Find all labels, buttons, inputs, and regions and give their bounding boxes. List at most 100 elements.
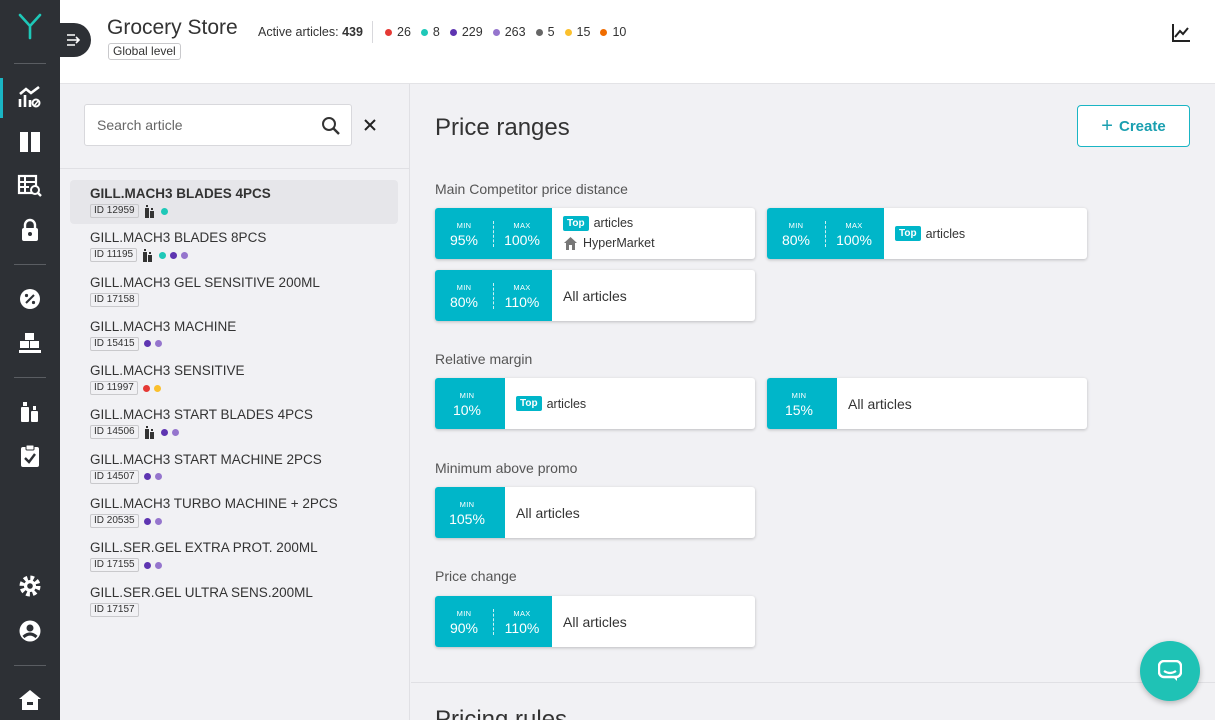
price-ranges-panel: Price ranges + Create Main Competitor pri… [411,84,1215,720]
article-item[interactable]: GILL.MACH3 TURBO MACHINE + 2PCS ID 20535 [70,490,398,534]
min-label: MIN [459,500,475,509]
settings-icon[interactable] [17,573,43,599]
article-id-badge: ID 14506 [90,425,139,440]
min-column: MIN 105% [438,487,496,538]
search-icon[interactable] [321,116,341,136]
sidebar-divider [14,264,46,265]
level-badge: Global level [108,43,181,60]
max-column: MAX 110% [493,596,551,647]
card-scope: Top articles [516,378,586,429]
collapse-sidebar-button[interactable] [60,23,91,57]
article-id-badge: ID 11997 [90,381,138,396]
status-dot [143,561,151,569]
min-column: MIN 95% [435,208,493,259]
article-id-badge: ID 17158 [90,292,139,307]
bottles-icon[interactable] [17,399,43,425]
max-value: 100% [504,232,540,248]
logo-icon[interactable] [16,12,44,40]
min-column: MIN 15% [770,378,828,429]
article-item[interactable]: GILL.MACH3 MACHINE ID 15415 [70,313,398,357]
status-dot [449,28,457,36]
article-item[interactable]: GILL.MACH3 BLADES 4PCS ID 12959 [70,180,398,225]
chat-icon [1158,660,1182,681]
min-label: MIN [456,221,472,230]
user-account-icon[interactable] [17,618,43,644]
min-value: 105% [449,511,485,527]
article-item[interactable]: GILL.SER.GEL ULTRA SENS.200ML ID 17157 [70,579,398,623]
status-dot [143,517,151,525]
price-range-card[interactable]: MIN 95% MAX 100% Top articles HyperMarket [435,208,755,259]
price-range-card[interactable]: MIN 105% All articles [435,487,755,538]
min-value: 90% [449,620,479,636]
store-icon [564,237,577,250]
bottles-icon [143,248,153,262]
status-dot [171,428,179,436]
article-item[interactable]: GILL.MACH3 START MACHINE 2PCS ID 14507 [70,446,398,490]
article-item[interactable]: GILL.MACH3 SENSITIVE ID 11997 [70,357,398,401]
store-home-icon[interactable] [17,687,43,713]
status-dot [535,28,543,36]
min-label: MIN [459,391,475,400]
sidebar-divider [14,377,46,378]
discount-icon[interactable] [17,286,43,312]
article-name: GILL.MACH3 TURBO MACHINE + 2PCS [90,496,338,512]
status-count: 10 [600,25,626,39]
price-range-card[interactable]: MIN 10% Top articles [435,378,755,429]
scope-text: All articles [563,613,627,630]
columns-icon[interactable] [17,129,43,155]
status-count: 5 [535,25,555,39]
section-divider [411,682,1215,683]
clipboard-check-icon[interactable] [17,443,43,469]
status-counts: 26 8 229 263 5 15 10 [385,25,626,39]
active-articles-count: 439 [342,25,363,39]
min-label: MIN [456,283,472,292]
active-articles-label: Active articles: [258,25,339,39]
page-title: Price ranges [435,114,570,141]
article-name: GILL.MACH3 START MACHINE 2PCS [90,451,322,467]
create-button[interactable]: + Create [1077,105,1190,147]
article-item[interactable]: GILL.MACH3 GEL SENSITIVE 200ML ID 17158 [70,269,398,313]
scope-text: articles [925,226,966,241]
status-dot [385,28,392,36]
min-label: MIN [456,609,472,618]
price-range-card[interactable]: MIN 15% All articles [767,378,1087,429]
search-box [84,104,352,146]
article-meta: ID 17157 [90,602,398,617]
status-dot [160,428,168,436]
trend-chart-icon[interactable] [1170,22,1192,44]
active-articles-summary: Active articles: 439 [258,25,363,39]
article-item[interactable]: GILL.MACH3 BLADES 8PCS ID 11195 [70,224,398,268]
scope-text: articles [593,216,634,230]
status-dot [143,473,151,481]
max-column: MAX 110% [493,270,551,321]
range-values: MIN 105% [435,487,505,538]
sidebar-divider [14,63,46,64]
search-input[interactable] [97,117,307,133]
min-column: MIN 90% [435,596,493,647]
price-range-card[interactable]: MIN 80% MAX 110% All articles [435,270,755,321]
min-value: 10% [452,402,482,418]
article-item[interactable]: GILL.MACH3 START BLADES 4PCS ID 14506 [70,401,398,445]
pallet-boxes-icon[interactable] [17,330,43,356]
status-dot [492,28,500,36]
range-values: MIN 80% MAX 100% [767,208,884,259]
chat-support-button[interactable] [1140,641,1200,701]
max-value: 110% [504,294,540,310]
status-count: 26 [385,25,411,39]
price-range-card[interactable]: MIN 90% MAX 110% All articles [435,596,755,647]
min-value: 95% [449,232,479,248]
article-meta: ID 14506 [90,425,398,440]
sidebar-divider [14,665,46,666]
article-meta: ID 11997 [90,381,398,396]
pricing-analytics-icon[interactable] [17,85,43,111]
table-search-icon[interactable] [17,173,43,199]
lock-icon[interactable] [17,217,43,243]
top-tag: Top [895,226,921,241]
min-label: MIN [791,391,807,400]
max-label: MAX [513,609,531,618]
price-range-card[interactable]: MIN 80% MAX 100% Top articles [767,208,1087,259]
next-section-title: Pricing rules [435,706,568,720]
close-icon[interactable] [362,117,378,133]
article-item[interactable]: GILL.SER.GEL EXTRA PROT. 200ML ID 17155 [70,534,398,578]
article-name: GILL.SER.GEL ULTRA SENS.200ML [90,584,313,600]
